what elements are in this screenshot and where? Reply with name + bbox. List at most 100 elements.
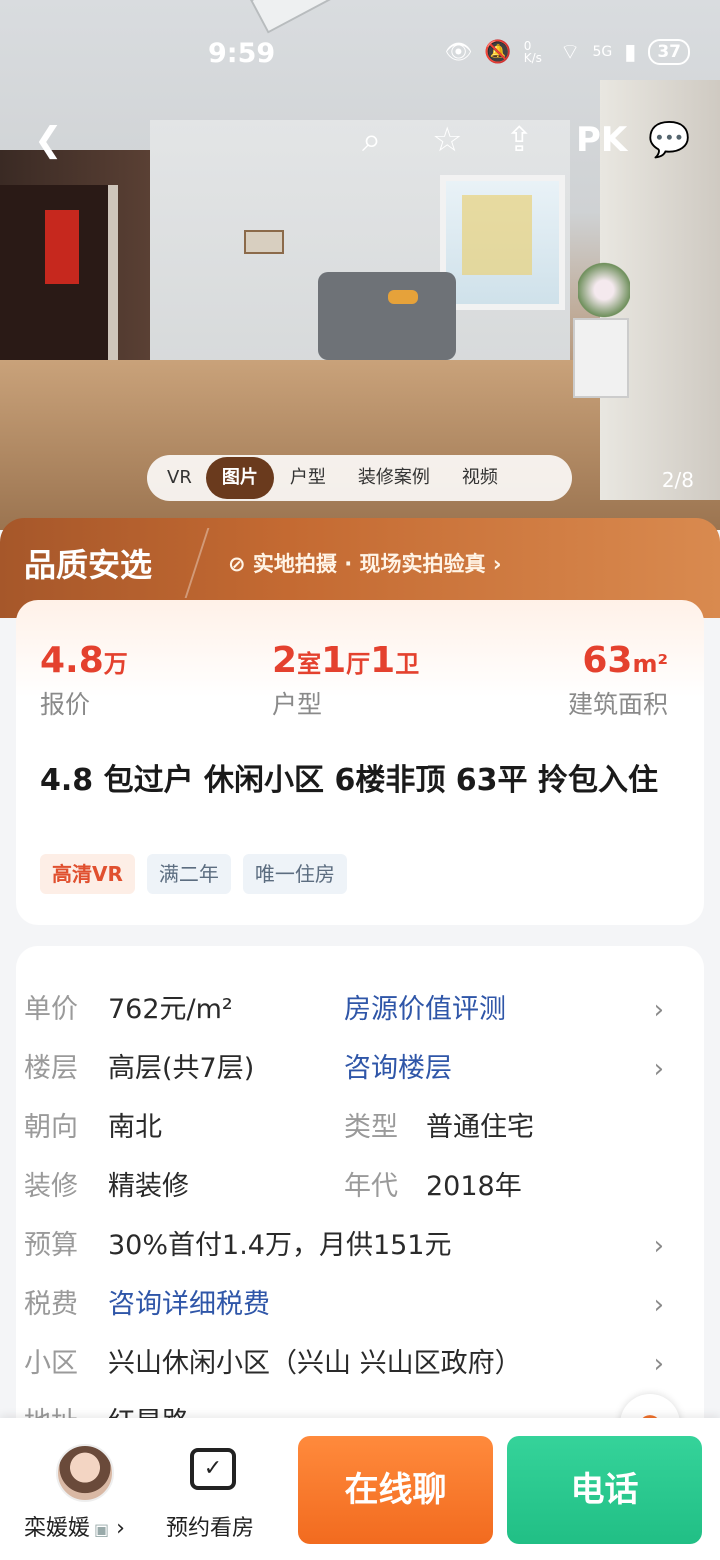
- area-unit: m²: [632, 650, 669, 678]
- community-key: 小区: [24, 1348, 78, 1379]
- price-unit: 万: [103, 650, 128, 678]
- summary-card: 4.8万 报价 2室1厅1卫 户型 63m² 建筑面积 4.8 包过户 休闲小区…: [16, 600, 704, 925]
- layout-stat: 2室1厅1卫 户型: [272, 640, 419, 721]
- agent-info[interactable]: 栾媛媛 ▣ ›: [24, 1510, 125, 1542]
- layout-room-unit: 室: [297, 650, 322, 678]
- photo-door-sign: [45, 210, 79, 284]
- detail-row-decoration: 装修 精装修 年代 2018年: [24, 1167, 664, 1207]
- battery-icon: 37: [648, 39, 690, 65]
- message-icon[interactable]: 💬: [648, 120, 690, 160]
- photo-counter: 2/8: [661, 468, 694, 492]
- tab-vr[interactable]: VR: [153, 457, 206, 499]
- unit-price-key: 单价: [24, 994, 78, 1025]
- tab-photos[interactable]: 图片: [205, 457, 274, 499]
- tag-list: 高清VR 满二年 唯一住房: [40, 854, 347, 894]
- signal-label: 5G: [592, 44, 613, 60]
- photo-frame: [244, 230, 284, 254]
- price-value: 4.8: [40, 640, 104, 681]
- photo-sofa: [318, 272, 456, 360]
- price-stat: 4.8万 报价: [40, 640, 128, 721]
- agent-avatar[interactable]: [56, 1444, 114, 1502]
- call-button[interactable]: 电话: [507, 1436, 702, 1544]
- wifi-icon: ⌔: [559, 40, 581, 65]
- detail-row-unit-price[interactable]: 单价 762元/m² 房源价值评测 ›: [24, 990, 664, 1030]
- price-label: 报价: [40, 690, 91, 719]
- detail-row-floor[interactable]: 楼层 高层(共7层) 咨询楼层 ›: [24, 1049, 664, 1089]
- type-value: 普通住宅: [426, 1112, 534, 1143]
- orientation-key: 朝向: [24, 1112, 78, 1143]
- tax-link[interactable]: 咨询详细税费: [108, 1285, 270, 1325]
- tab-video[interactable]: 视频: [446, 457, 514, 499]
- layout-room: 2: [272, 640, 298, 681]
- listing-title: 4.8 包过户 休闲小区 6楼非顶 63平 拎包入住: [40, 763, 658, 798]
- quality-verify[interactable]: ⊘ 实地拍摄 · 现场实拍验真 ›: [228, 548, 502, 578]
- calendar-check-icon[interactable]: ✓: [190, 1448, 236, 1490]
- area-value: 63: [582, 640, 633, 681]
- decor-value: 精装修: [108, 1171, 189, 1202]
- budget-value: 30%首付1.4万，月供151元: [108, 1230, 452, 1261]
- status-time: 9:59: [208, 38, 276, 69]
- layout-bath-unit: 卫: [395, 650, 420, 678]
- signal-icon: ▮: [624, 39, 637, 65]
- id-card-icon: ▣: [94, 1520, 110, 1539]
- gallery-tabs: VR 图片 户型 装修案例 视频: [147, 455, 572, 501]
- online-chat-button[interactable]: 在线聊: [298, 1436, 493, 1544]
- detail-row-tax[interactable]: 税费 咨询详细税费 ›: [24, 1285, 664, 1325]
- detail-row-community[interactable]: 小区 兴山休闲小区（兴山 兴山区政府） ›: [24, 1344, 664, 1384]
- detail-row-orientation: 朝向 南北 类型 普通住宅: [24, 1108, 664, 1148]
- chevron-right-icon: ›: [653, 1054, 664, 1084]
- appointment-label[interactable]: 预约看房: [166, 1510, 254, 1542]
- top-nav: ❮ ⌕ ☆ ⇪ PK 💬: [0, 110, 720, 170]
- listing-photo[interactable]: [0, 0, 720, 530]
- tab-decor-cases[interactable]: 装修案例: [342, 457, 446, 499]
- year-key: 年代: [344, 1171, 398, 1202]
- agent-name: 栾媛媛: [24, 1516, 91, 1541]
- decor-key: 装修: [24, 1171, 78, 1202]
- quality-verify-text: 实地拍摄 · 现场实拍验真: [252, 552, 486, 576]
- tab-floorplan[interactable]: 户型: [274, 457, 342, 499]
- layout-hall-unit: 厅: [346, 650, 371, 678]
- year-value: 2018年: [426, 1171, 522, 1202]
- net-speed: 0 K/s: [523, 39, 542, 65]
- photo-plant: [578, 262, 630, 318]
- detail-row-budget[interactable]: 预算 30%首付1.4万，月供151元 ›: [24, 1226, 664, 1266]
- chevron-right-icon: ›: [653, 1290, 664, 1320]
- budget-key: 预算: [24, 1230, 78, 1261]
- tag-two-years: 满二年: [146, 854, 231, 894]
- chevron-right-icon: ›: [109, 1516, 125, 1541]
- layout-label: 户型: [272, 690, 323, 719]
- tag-only-home: 唯一住房: [242, 854, 347, 894]
- photo-cabinet: [573, 318, 629, 398]
- community-value: 兴山休闲小区（兴山 兴山区政府）: [108, 1348, 522, 1379]
- unit-price-value: 762元/m²: [108, 994, 233, 1025]
- layout-hall: 1: [321, 640, 347, 681]
- back-icon[interactable]: ❮: [34, 120, 63, 160]
- quality-label: 品质安选: [24, 546, 153, 584]
- orientation-value: 南北: [108, 1112, 162, 1143]
- floor-link[interactable]: 咨询楼层: [344, 1049, 452, 1089]
- star-icon[interactable]: ☆: [432, 120, 462, 160]
- eye-icon: 👁: [444, 39, 473, 65]
- area-stat: 63m² 建筑面积: [568, 640, 668, 721]
- photo-pillow: [388, 290, 418, 304]
- pk-button[interactable]: PK: [576, 120, 627, 160]
- mute-icon: 🔕: [484, 39, 512, 65]
- floor-key: 楼层: [24, 1053, 78, 1084]
- search-icon[interactable]: ⌕: [362, 120, 381, 160]
- share-icon[interactable]: ⇪: [505, 120, 534, 160]
- chevron-right-icon: ›: [653, 995, 664, 1025]
- tag-hd-vr[interactable]: 高清VR: [40, 854, 135, 894]
- tax-key: 税费: [24, 1289, 78, 1320]
- area-label: 建筑面积: [568, 690, 669, 719]
- chevron-right-icon: ›: [653, 1349, 664, 1379]
- photo-ceiling-lamp: [250, 0, 374, 34]
- type-key: 类型: [344, 1112, 398, 1143]
- bottom-bar: 栾媛媛 ▣ › ✓ 预约看房 在线聊 电话: [0, 1418, 720, 1560]
- photo-building: [462, 195, 532, 275]
- check-circle-icon: ⊘: [228, 552, 246, 576]
- valuation-link[interactable]: 房源价值评测: [344, 990, 506, 1030]
- quality-divider: [184, 528, 210, 598]
- status-icons: 👁 🔕 0 K/s ⌔ 5G ▮ 37: [444, 38, 690, 66]
- floor-value: 高层(共7层): [108, 1053, 255, 1084]
- chevron-right-icon: ›: [653, 1231, 664, 1261]
